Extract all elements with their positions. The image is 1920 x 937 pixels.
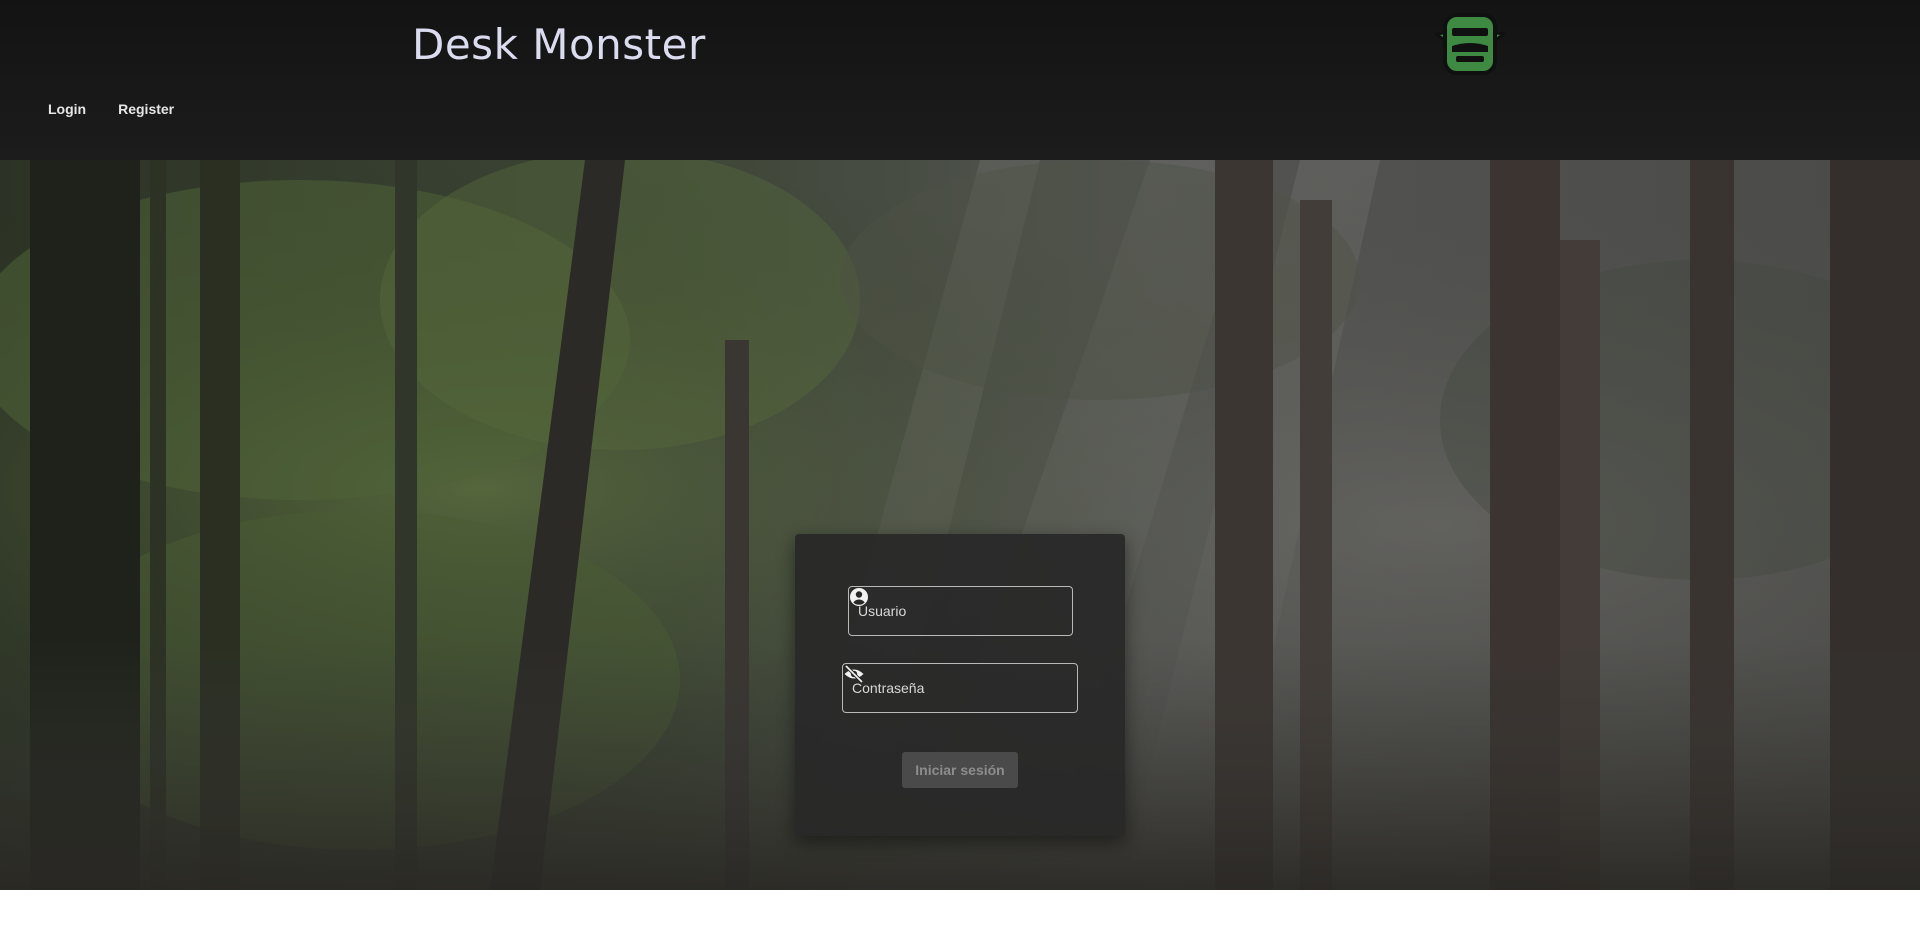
username-field[interactable]: [848, 586, 1073, 636]
brand-title: Desk Monster: [412, 20, 706, 69]
login-card: Iniciar sesión: [795, 534, 1125, 836]
user-circle-icon: [850, 588, 868, 606]
nav-login-link[interactable]: Login: [48, 101, 86, 117]
login-submit-button[interactable]: Iniciar sesión: [902, 752, 1018, 788]
password-field[interactable]: [842, 663, 1078, 713]
monster-face-icon: [1434, 13, 1506, 75]
eye-slash-icon[interactable]: [843, 664, 865, 684]
password-input[interactable]: [843, 664, 1077, 712]
main-nav: Login Register: [48, 101, 174, 117]
forest-background: Iniciar sesión: [0, 160, 1920, 890]
username-input[interactable]: [849, 587, 1072, 635]
top-header: Desk Monster Login Register: [0, 0, 1920, 160]
nav-register-link[interactable]: Register: [118, 101, 174, 117]
